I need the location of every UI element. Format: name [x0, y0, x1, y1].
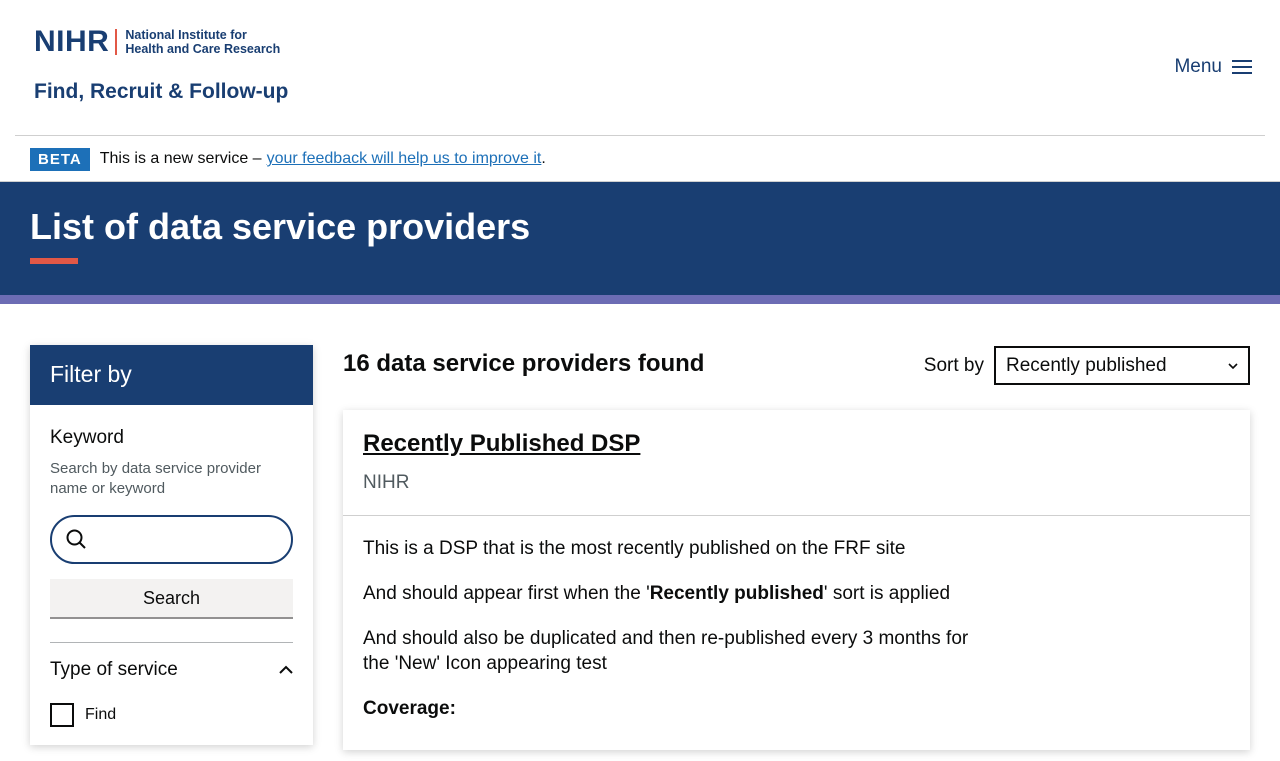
search-button[interactable]: Search [50, 579, 293, 619]
logo-separator [115, 29, 118, 55]
keyword-search-input[interactable] [50, 515, 293, 564]
title-accent-bar [30, 258, 78, 264]
service-name[interactable]: Find, Recruit & Follow-up [34, 80, 288, 104]
card-paragraph-3: And should also be duplicated and then r… [363, 628, 969, 674]
type-of-service-label: Type of service [50, 659, 178, 680]
keyword-hint: Search by data service provider name or … [50, 460, 261, 497]
card-header: Recently Published DSP NIHR [343, 410, 1250, 516]
option-find-label: Find [85, 706, 117, 723]
logo-abbreviation: NIHR [34, 25, 110, 58]
card-organisation: NIHR [363, 472, 410, 493]
card-title-link[interactable]: Recently Published DSP [363, 430, 640, 458]
beta-banner: BETA This is a new service – your feedba… [30, 146, 546, 172]
keyword-label: Keyword [50, 427, 124, 448]
hamburger-icon [1232, 59, 1252, 75]
filter-body: Keyword Search by data service provider … [30, 405, 313, 747]
results-count: 16 data service providers found [343, 350, 705, 377]
checkbox-find[interactable] [50, 703, 74, 727]
sort-label: Sort by [923, 354, 984, 376]
purple-divider-bar [0, 295, 1280, 304]
coverage-label: Coverage: [363, 698, 456, 719]
logo-line-2: Health and Care Research [125, 42, 281, 56]
type-of-service-toggle[interactable]: Type of service [50, 659, 293, 681]
search-icon [66, 529, 86, 549]
header-divider [15, 135, 1265, 136]
logo-line-1: National Institute for [125, 28, 247, 42]
beta-tag: BETA [30, 147, 90, 171]
card-paragraph-1: This is a DSP that is the most recently … [363, 538, 906, 559]
card-paragraph-2: And should appear first when the 'Recent… [363, 581, 1230, 606]
filter-heading: Filter by [30, 345, 313, 405]
sort-select[interactable]: Recently published [994, 346, 1250, 385]
para2-bold: Recently published [649, 583, 824, 604]
menu-button[interactable]: Menu [1174, 56, 1252, 78]
para2-before: And should appear first when the ' [363, 583, 650, 604]
sort-selected-value: Recently published [1006, 354, 1167, 376]
filter-panel: Filter by Keyword Search by data service… [30, 345, 313, 745]
result-card: Recently Published DSP NIHR This is a DS… [343, 410, 1250, 750]
card-body: This is a DSP that is the most recently … [343, 516, 1250, 761]
beta-text: This is a new service – [99, 150, 262, 167]
filter-divider [50, 642, 293, 643]
beta-trailing: . [541, 150, 546, 167]
page-title: List of data service providers [30, 206, 531, 247]
logo-full-name: National Institute for Health and Care R… [125, 28, 280, 56]
feedback-link[interactable]: your feedback will help us to improve it [267, 150, 542, 168]
sort-control: Sort by Recently published [924, 346, 1250, 385]
page-title-band: List of data service providers [0, 182, 1280, 295]
chevron-up-icon [279, 665, 293, 674]
site-header: NIHR National Institute for Health and C… [0, 0, 1280, 136]
chevron-down-icon [1228, 362, 1238, 369]
para2-after: ' sort is applied [823, 583, 951, 604]
nihr-logo[interactable]: NIHR National Institute for Health and C… [34, 25, 280, 58]
menu-label: Menu [1174, 56, 1222, 77]
option-find[interactable]: Find [50, 703, 293, 727]
